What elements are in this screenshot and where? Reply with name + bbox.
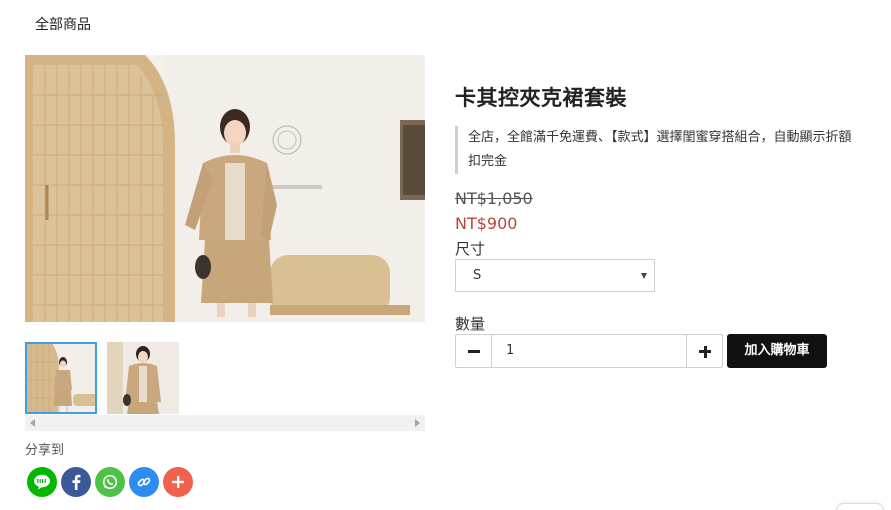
share-more-button[interactable]: [163, 467, 193, 497]
chevron-down-icon: [641, 273, 647, 279]
share-label: 分享到: [25, 443, 65, 458]
breadcrumb[interactable]: 全部商品: [35, 14, 91, 34]
scroll-right-arrow-icon[interactable]: [415, 419, 420, 427]
thumbnail-2[interactable]: [107, 342, 179, 414]
whatsapp-icon: [102, 474, 118, 490]
share-whatsapp-button[interactable]: [95, 467, 125, 497]
size-label: 尺寸: [455, 240, 486, 258]
thumbnail-strip: [25, 342, 425, 414]
share-link-button[interactable]: [129, 467, 159, 497]
quantity-input[interactable]: 1: [506, 335, 656, 367]
quantity-label: 數量: [455, 315, 486, 333]
share-buttons: [27, 467, 193, 497]
quantity-increase-button[interactable]: [686, 335, 722, 367]
line-icon: [34, 474, 50, 490]
size-select[interactable]: S: [455, 259, 655, 292]
plus-icon: [172, 476, 184, 488]
product-main-image: [25, 55, 425, 322]
scroll-left-arrow-icon[interactable]: [30, 419, 35, 427]
link-icon: [137, 477, 151, 487]
quantity-stepper: 1: [455, 334, 723, 368]
thumbnail-1[interactable]: [25, 342, 97, 414]
sale-price: NT$900: [455, 214, 518, 233]
share-facebook-button[interactable]: [61, 467, 91, 497]
size-select-value: S: [473, 268, 482, 283]
floating-tab[interactable]: [836, 503, 884, 510]
original-price: NT$1,050: [455, 189, 533, 208]
promo-text: 全店，全館滿千免運費、【款式】選擇閨蜜穿搭組合，自動顯示折額扣完金: [455, 126, 855, 174]
product-title: 卡其控夾克裙套裝: [455, 86, 627, 110]
add-to-cart-button[interactable]: 加入購物車: [727, 334, 827, 368]
quantity-decrease-button[interactable]: [456, 335, 492, 367]
thumbnail-scrollbar[interactable]: [25, 415, 425, 431]
facebook-icon: [72, 474, 81, 490]
share-line-button[interactable]: [27, 467, 57, 497]
